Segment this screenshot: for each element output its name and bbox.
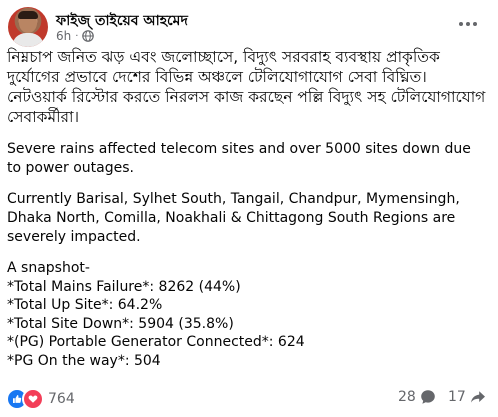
share-icon (470, 391, 485, 403)
avatar-shirt (12, 33, 44, 47)
love-reaction-icon (22, 388, 44, 410)
snapshot-line: *Total Up Site*: 64.2% (7, 297, 163, 313)
snapshot-line: *PG On the way*: 504 (7, 352, 161, 369)
more-options-button[interactable] (452, 12, 484, 36)
post-card: ফাইজ্ তাইয়েব আহমেদ 6h · নিম্নচাপ জনিত ঝ… (0, 0, 498, 417)
avatar-hair (18, 11, 38, 19)
snapshot-block: A snapshot- *Total Mains Failure*: 8262 … (7, 259, 487, 370)
more-dot-icon (466, 22, 470, 26)
post-time[interactable]: 6h (56, 29, 71, 43)
comments-count-label: 28 (398, 389, 416, 405)
post-body: নিম্নচাপ জনিত ঝড় এবং জলোচ্ছাসে, বিদ্যুৎ… (7, 47, 487, 370)
shares-count[interactable]: 17 (448, 389, 486, 405)
reactions-summary[interactable]: 764 (6, 388, 75, 410)
meta-separator: · (75, 30, 79, 42)
author-avatar[interactable] (8, 7, 48, 47)
snapshot-line: *Total Mains Failure*: 8262 (44%) (7, 278, 241, 295)
more-dot-icon (473, 22, 477, 26)
globe-icon[interactable] (82, 30, 95, 42)
snapshot-line: *Total Site Down*: 5904 (35.8%) (7, 315, 234, 332)
comment-icon (421, 390, 435, 404)
comments-count[interactable]: 28 (398, 389, 436, 405)
shares-count-label: 17 (448, 389, 466, 405)
post-footer: 764 28 17 (6, 386, 492, 410)
bangla-paragraph: নিম্নচাপ জনিত ঝড় এবং জলোচ্ছাসে, বিদ্যুৎ… (7, 48, 486, 126)
english-paragraph-1: Severe rains affected telecom sites and … (7, 141, 471, 176)
post-meta: 6h · (56, 29, 95, 43)
snapshot-line: *(PG) Portable Generator Connected*: 624 (7, 334, 305, 350)
snapshot-heading: A snapshot- (7, 260, 90, 276)
more-dot-icon (459, 22, 463, 26)
reaction-count: 764 (48, 391, 75, 407)
english-paragraph-2: Currently Barisal, Sylhet South, Tangail… (7, 191, 460, 245)
